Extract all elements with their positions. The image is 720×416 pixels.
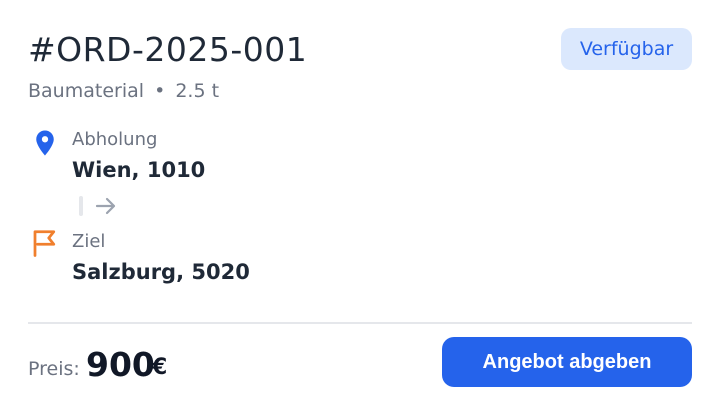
submit-offer-button[interactable]: Angebot abgeben — [442, 337, 692, 387]
pickup-location: Wien, 1010 — [72, 158, 206, 182]
order-id: #ORD-2025-001 — [28, 30, 308, 69]
order-meta: Baumaterial • 2.5 t — [28, 80, 219, 102]
destination-label: Ziel — [72, 231, 106, 252]
map-pin-icon — [36, 130, 54, 156]
cargo-weight: 2.5 t — [175, 80, 220, 102]
price-label: Preis: — [28, 358, 80, 380]
status-badge: Verfügbar — [561, 28, 692, 70]
divider — [28, 322, 692, 324]
cargo-type: Baumaterial — [28, 80, 145, 102]
route-connector — [79, 196, 83, 216]
arrow-right-icon — [95, 197, 116, 215]
meta-separator: • — [154, 80, 166, 102]
flag-icon — [33, 230, 56, 257]
price-currency: € — [152, 355, 168, 380]
pickup-label: Abholung — [72, 129, 158, 150]
destination-location: Salzburg, 5020 — [72, 260, 250, 284]
order-card: #ORD-2025-001 Baumaterial • 2.5 t Verfüg… — [0, 0, 720, 416]
price-amount: 900 — [86, 345, 155, 384]
